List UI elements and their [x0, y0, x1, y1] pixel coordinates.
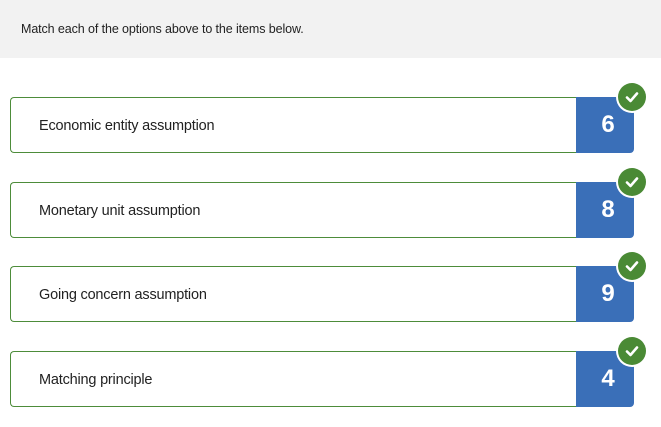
match-row: Matching principle 4: [10, 337, 646, 407]
match-item-label: Monetary unit assumption: [39, 203, 201, 219]
check-icon: [618, 83, 646, 111]
match-item-label: Going concern assumption: [39, 287, 207, 303]
instruction-bar: Match each of the options above to the i…: [0, 0, 661, 58]
check-icon: [618, 337, 646, 365]
match-item-label: Economic entity assumption: [39, 118, 215, 134]
match-item: Economic entity assumption: [10, 97, 576, 153]
match-item: Monetary unit assumption: [10, 182, 576, 238]
match-item: Matching principle: [10, 351, 576, 407]
match-item-label: Matching principle: [39, 372, 153, 388]
match-row: Economic entity assumption 6: [10, 83, 646, 153]
check-icon: [618, 252, 646, 280]
match-row: Monetary unit assumption 8: [10, 168, 646, 238]
check-icon: [618, 168, 646, 196]
instruction-text: Match each of the options above to the i…: [21, 22, 304, 36]
match-item: Going concern assumption: [10, 266, 576, 322]
match-row: Going concern assumption 9: [10, 252, 646, 322]
